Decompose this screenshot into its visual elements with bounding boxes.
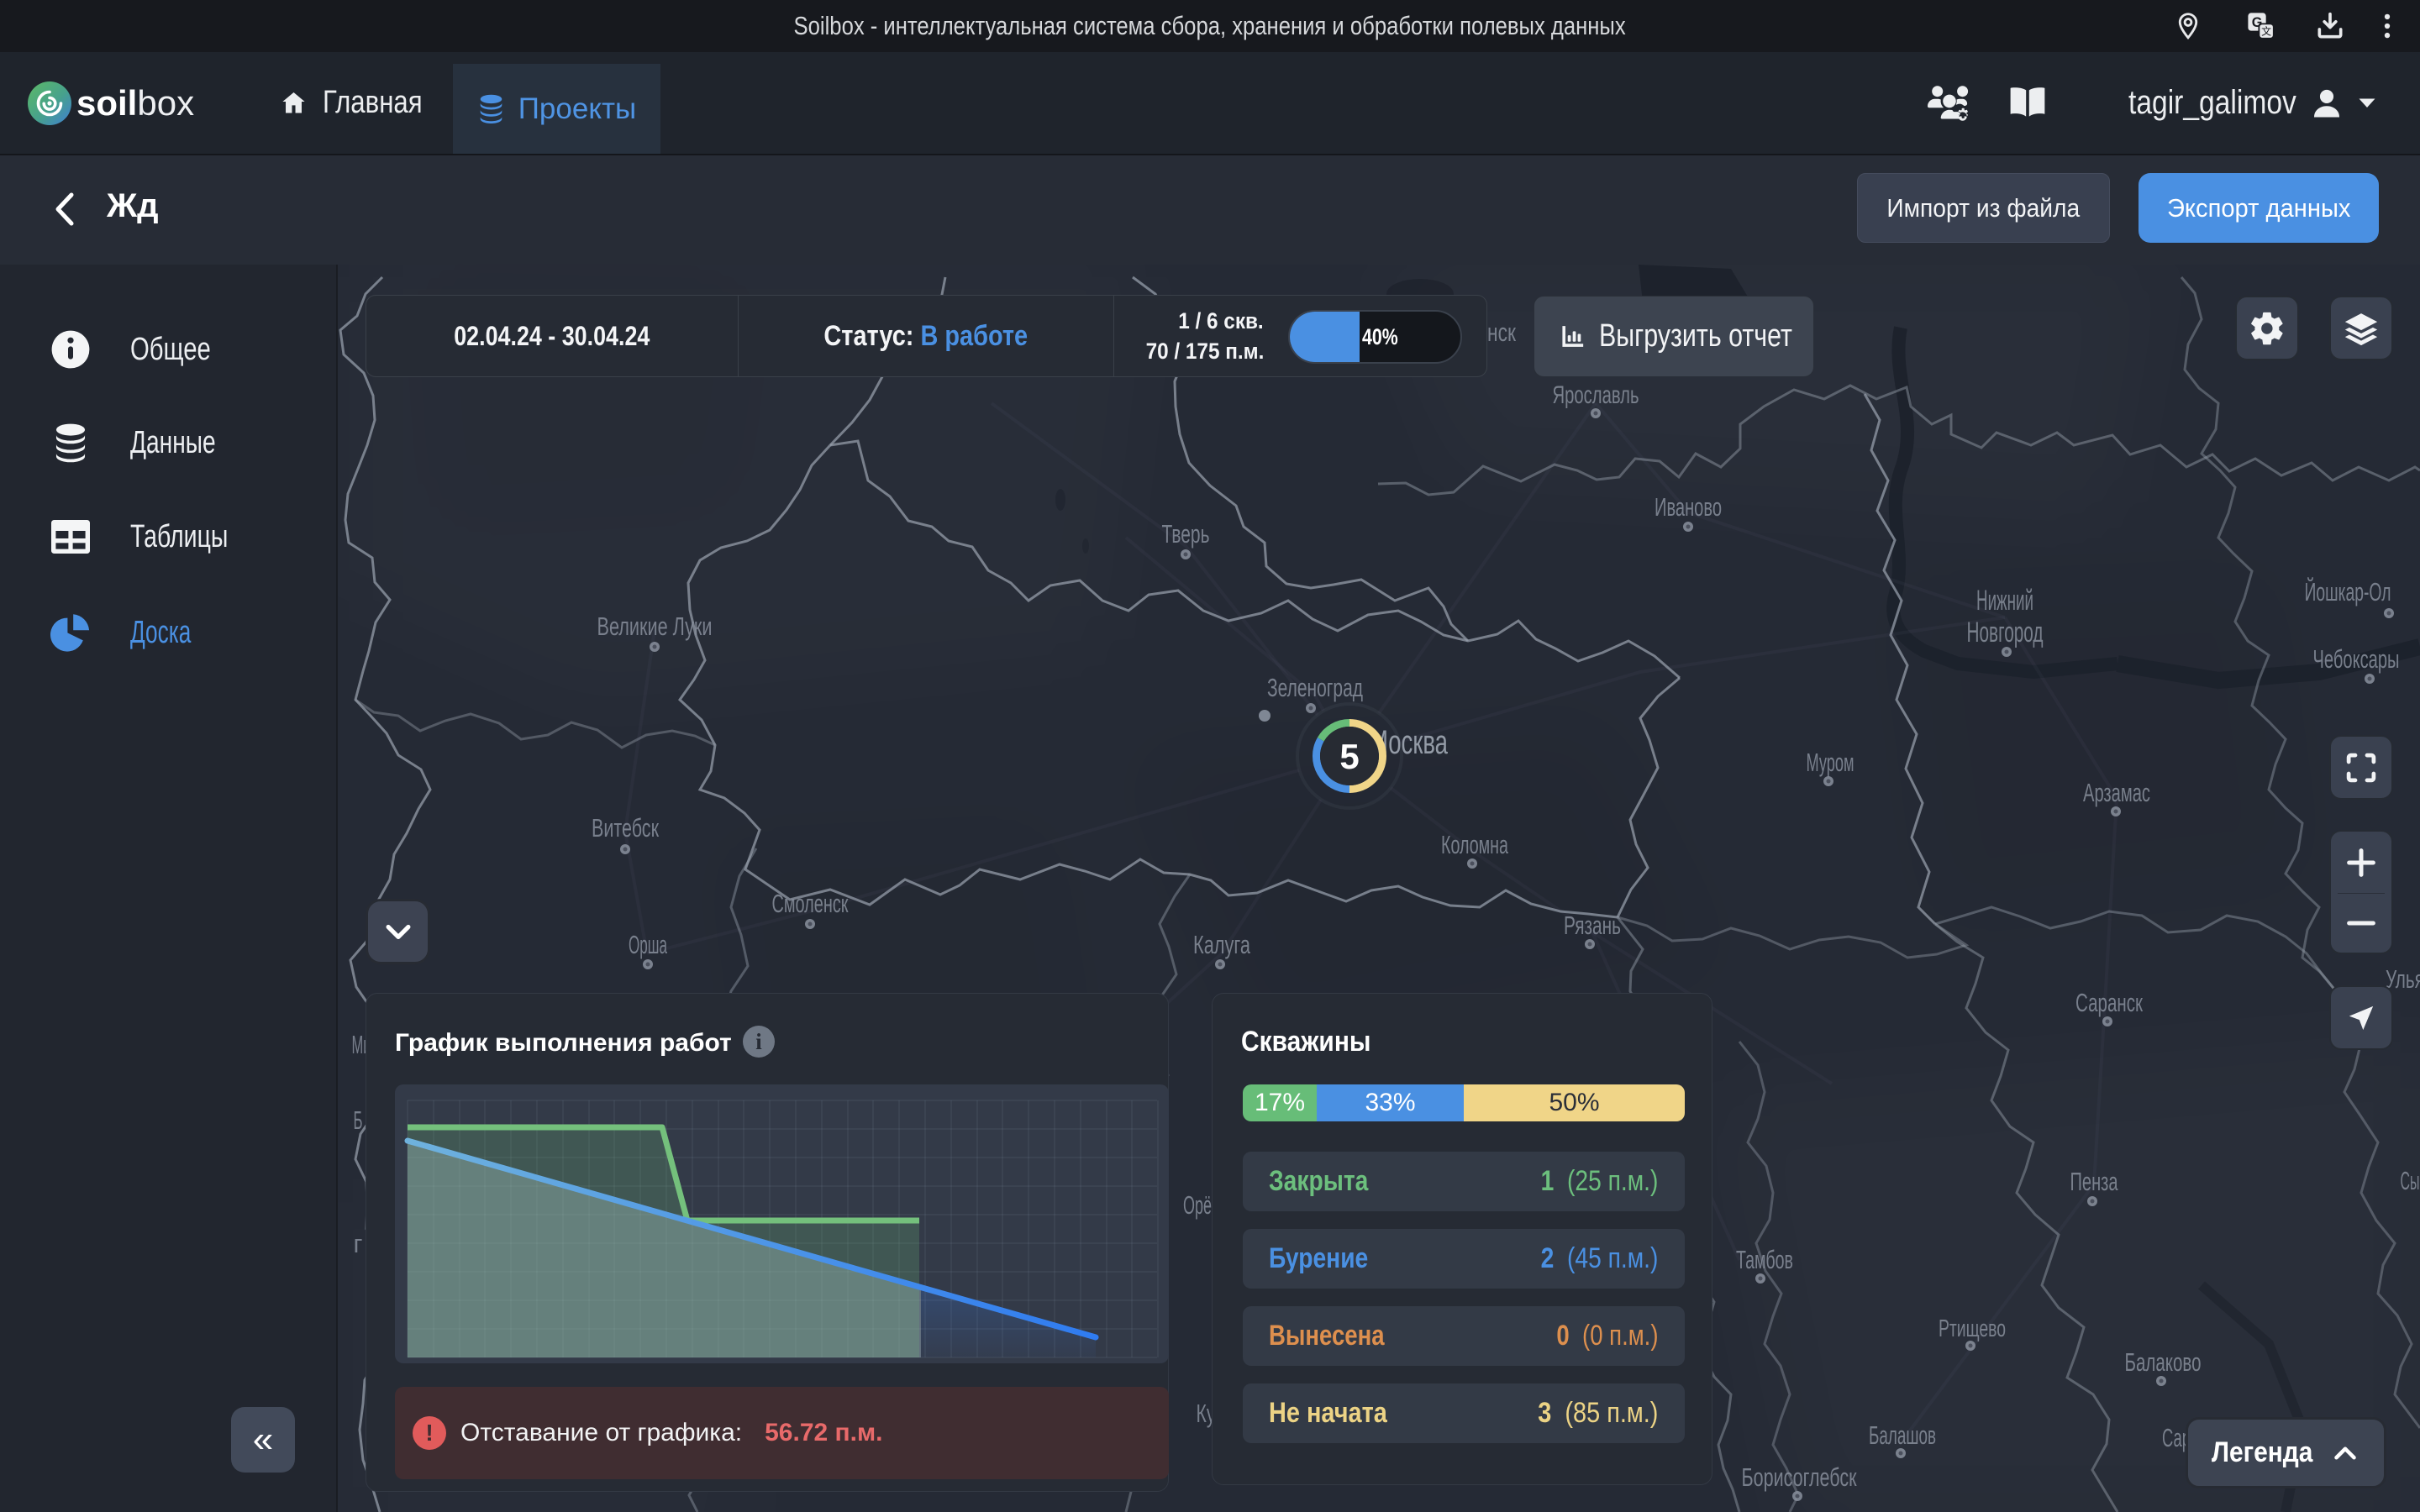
- svg-text:Орё: Орё: [1183, 1190, 1212, 1220]
- svg-text:文: 文: [2261, 24, 2271, 37]
- svg-text:Балаково: Балаково: [2125, 1347, 2202, 1377]
- svg-text:Калуга: Калуга: [1193, 930, 1251, 959]
- svg-text:Саранск: Саранск: [2075, 988, 2143, 1017]
- svg-text:Арзамас: Арзамас: [2083, 778, 2150, 807]
- svg-text:Ярославль: Ярославль: [1553, 381, 1639, 409]
- svg-text:Сы: Сы: [2401, 1166, 2420, 1195]
- svg-text:Б: Б: [354, 1105, 363, 1135]
- svg-text:Новгород: Новгород: [1967, 617, 2044, 648]
- svg-text:Смоленск: Смоленск: [772, 889, 849, 918]
- svg-text:Коломна: Коломна: [1441, 830, 1508, 859]
- svg-text:Ртищево: Ртищево: [1939, 1315, 2006, 1342]
- svg-text:Великие Луки: Великие Луки: [597, 612, 713, 641]
- svg-text:Муром: Муром: [1807, 748, 1854, 777]
- svg-text:нск: нск: [1487, 318, 1516, 347]
- svg-text:Чебоксары: Чебоксары: [2313, 644, 2400, 674]
- svg-text:г: г: [354, 1229, 363, 1258]
- svg-text:Тверь: Тверь: [1162, 519, 1210, 549]
- svg-text:Зеленоград: Зеленоград: [1267, 673, 1363, 702]
- svg-text:Йошкар-Ол: Йошкар-Ол: [2305, 576, 2391, 606]
- svg-text:Пенза: Пенза: [2070, 1167, 2118, 1196]
- svg-text:Орша: Орша: [629, 930, 667, 959]
- svg-text:Нижний: Нижний: [1976, 585, 2033, 617]
- svg-text:Борисоглебск: Борисоглебск: [1742, 1462, 1857, 1492]
- svg-text:Иваново: Иваново: [1655, 492, 1722, 522]
- svg-text:Рязань: Рязань: [1564, 911, 1621, 940]
- svg-text:Витебск: Витебск: [592, 813, 659, 843]
- svg-text:Балашов: Балашов: [1869, 1420, 1936, 1450]
- svg-text:Тамбов: Тамбов: [1736, 1245, 1793, 1274]
- svg-text:5: 5: [1339, 737, 1359, 776]
